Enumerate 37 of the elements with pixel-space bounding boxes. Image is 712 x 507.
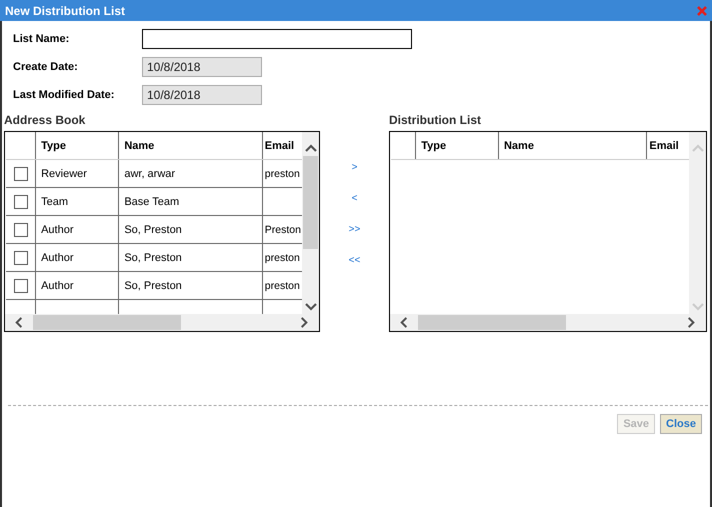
address-book-title: Address Book [4, 113, 86, 127]
table-cell: Team [36, 188, 119, 216]
table-cell: Author [36, 244, 119, 272]
field-label: Create Date: [13, 61, 79, 73]
checkbox[interactable] [14, 278, 28, 292]
distribution-list-title: Distribution List [389, 113, 482, 127]
horizontal-scrollbar[interactable] [390, 314, 706, 331]
checkbox[interactable] [14, 222, 28, 236]
window-title: New Distribution List [5, 4, 125, 18]
move-button[interactable]: >> [348, 221, 360, 238]
table-cell: So, Preston [118, 216, 262, 244]
checkbox[interactable] [14, 166, 28, 180]
column-header: Name [498, 132, 647, 160]
header-cell [391, 132, 416, 160]
table-cell: So, Preston [118, 244, 262, 272]
vertical-scrollbar[interactable] [302, 132, 319, 314]
text-field[interactable]: 10/8/2018 [142, 85, 262, 105]
table-cell: Author [36, 272, 119, 300]
checkbox[interactable] [14, 194, 28, 208]
move-button[interactable]: > [352, 159, 358, 176]
table-cell: Reviewer [36, 160, 119, 188]
column-header: Type [36, 132, 119, 160]
column-header: Name [118, 132, 262, 160]
column-header: Type [416, 132, 498, 160]
table-cell: Base Team [118, 188, 262, 216]
table-cell: So, Preston [118, 272, 262, 300]
horizontal-scrollbar[interactable] [5, 314, 319, 331]
text-field[interactable]: 10/8/2018 [142, 57, 262, 77]
field-label: List Name: [13, 33, 70, 45]
move-button[interactable]: << [348, 252, 360, 269]
field-label: Last Modified Date: [13, 89, 116, 101]
checkbox[interactable] [14, 250, 28, 264]
close-button[interactable]: Close [660, 414, 702, 434]
table-cell: Author [36, 216, 119, 244]
move-button[interactable]: < [352, 190, 358, 207]
table-cell: awr, arwar [118, 160, 262, 188]
text-field[interactable] [142, 29, 412, 49]
